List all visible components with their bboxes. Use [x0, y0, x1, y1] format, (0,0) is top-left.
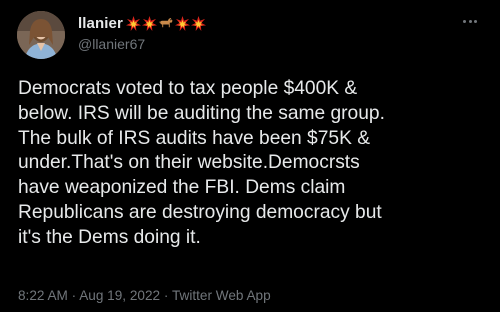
user-handle[interactable]: @llanier67: [78, 36, 206, 52]
more-options-button[interactable]: [460, 14, 480, 28]
more-icon: [463, 19, 467, 23]
meta-separator: ·: [163, 288, 169, 303]
tweet-text: Democrats voted to tax people $400K & be…: [18, 78, 385, 248]
more-icon: [473, 19, 477, 23]
collision-icon: [141, 15, 157, 31]
collision-icon: [174, 15, 190, 31]
avatar[interactable]: [17, 11, 65, 59]
collision-icon: [190, 15, 206, 31]
tweet-metadata: 8:22 AM · Aug 19, 2022 · Twitter Web App: [18, 288, 271, 303]
tweet-header: llanier @llanier67: [78, 14, 206, 52]
dog-icon: [159, 17, 173, 27]
avatar-image: [17, 11, 65, 59]
tweet-source[interactable]: Twitter Web App: [172, 288, 271, 303]
collision-icon: [125, 15, 141, 31]
more-icon: [468, 19, 472, 23]
tweet-date[interactable]: Aug 19, 2022: [79, 288, 160, 303]
tweet-time[interactable]: 8:22 AM: [18, 288, 68, 303]
name-emojis: [125, 15, 206, 31]
display-name[interactable]: llanier: [78, 15, 123, 32]
tweet-card: llanier @llanier67 Democrats voted to ta…: [0, 0, 500, 312]
display-name-row: llanier: [78, 14, 206, 32]
meta-separator: ·: [71, 288, 77, 303]
